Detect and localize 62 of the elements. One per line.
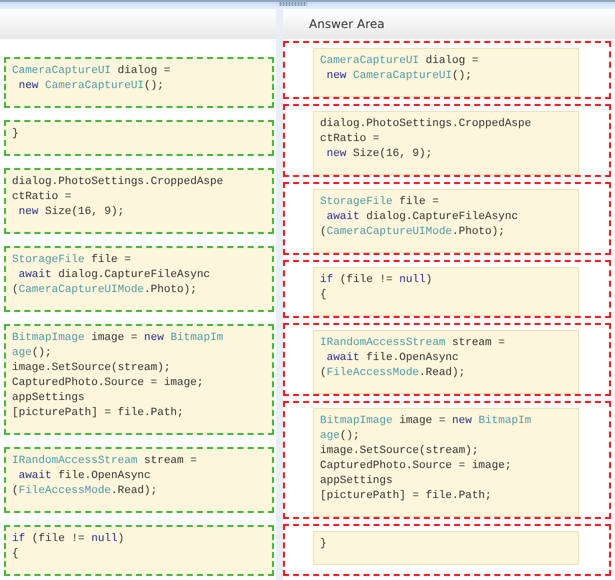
grip-icon[interactable]	[278, 2, 306, 6]
code-line: CapturedPhoto.Source = image;	[12, 376, 204, 391]
code-block[interactable]: CameraCaptureUI dialog = new CameraCaptureUI();	[313, 48, 579, 97]
code-block[interactable]: dialog.PhotoSettings.CroppedAspe ctRatio = new Size(16, 9);	[4, 168, 274, 234]
code-line: }	[12, 127, 20, 142]
code-line: StorageFile file =	[12, 253, 132, 268]
drop-slot[interactable]: dialog.PhotoSettings.CroppedAspe ctRatio = new Size(16, 9);	[283, 104, 611, 177]
code-line: new CameraCaptureUI();	[18, 79, 165, 94]
code-line: if (file != null)	[320, 273, 434, 288]
code-block[interactable]: if (file != null) {	[4, 525, 274, 576]
code-block[interactable]: }	[4, 120, 274, 156]
code-block[interactable]: IRandomAccessStream stream = await file.OpenAsync (FileAccessMode.Read);	[4, 447, 274, 513]
code-line: }	[320, 537, 328, 552]
code-block[interactable]: }	[313, 531, 579, 565]
code-line: image.SetSource(stream);	[12, 361, 172, 376]
drop-slot[interactable]: StorageFile file = await dialog.CaptureFileAsync (CameraCaptureUIMode.Photo);	[283, 182, 611, 255]
code-block[interactable]: BitmapImage image = new BitmapIm age(); image.SetSource(stream); CapturedPhoto.Source = image; appSettings [picturePath] = file.Path;	[4, 324, 274, 435]
code-line: {	[320, 288, 328, 303]
code-block[interactable]: dialog.PhotoSettings.CroppedAspe ctRatio = new Size(16, 9);	[313, 111, 579, 175]
code-block[interactable]: StorageFile file = await dialog.CaptureFileAsync (CameraCaptureUIMode.Photo);	[4, 246, 274, 312]
code-line: [picturePath] = file.Path;	[320, 489, 493, 504]
drop-slot[interactable]: IRandomAccessStream stream = await file.OpenAsync (FileAccessMode.Read);	[283, 323, 611, 396]
drop-slot[interactable]: BitmapImage image = new BitmapIm age(); image.SetSource(stream); CapturedPhoto.Source = image; appSettings [picturePath] = file.Path;	[283, 401, 611, 519]
code-block[interactable]: IRandomAccessStream stream = await file.OpenAsync (FileAccessMode.Read);	[313, 330, 579, 394]
code-line: await dialog.CaptureFileAsync	[18, 268, 212, 283]
code-line: appSettings	[12, 391, 86, 406]
code-line: new Size(16, 9);	[18, 205, 126, 220]
code-line: new Size(16, 9);	[326, 147, 434, 162]
code-line: dialog.PhotoSettings.CroppedAspe	[12, 175, 224, 190]
code-block[interactable]: BitmapImage image = new BitmapIm age(); image.SetSource(stream); CapturedPhoto.Source = image; appSettings [picturePath] = file.Path;	[313, 408, 579, 517]
code-line: (FileAccessMode.Read);	[12, 484, 158, 499]
code-line: new CameraCaptureUI();	[326, 69, 473, 84]
code-line: (FileAccessMode.Read);	[320, 366, 466, 381]
code-line: BitmapImage image = new BitmapIm	[320, 414, 532, 429]
code-line: CameraCaptureUI dialog =	[12, 64, 172, 79]
code-block[interactable]: StorageFile file = await dialog.CaptureFileAsync (CameraCaptureUIMode.Photo);	[313, 189, 579, 253]
code-line: age();	[320, 429, 361, 444]
code-line: ctRatio =	[12, 190, 72, 205]
code-line: CameraCaptureUI dialog =	[320, 54, 480, 69]
code-line: await dialog.CaptureFileAsync	[326, 210, 520, 225]
code-block[interactable]: if (file != null) {	[313, 267, 579, 316]
code-line: (CameraCaptureUIMode.Photo);	[12, 283, 198, 298]
code-line: appSettings	[320, 474, 394, 489]
code-line: {	[12, 547, 20, 562]
code-line: [picturePath] = file.Path;	[12, 406, 185, 421]
drop-slot[interactable]: }	[283, 524, 611, 576]
code-line: if (file != null)	[12, 532, 126, 547]
code-line: StorageFile file =	[320, 195, 440, 210]
code-line: IRandomAccessStream stream =	[320, 336, 506, 351]
code-line: IRandomAccessStream stream =	[12, 454, 198, 469]
code-line: image.SetSource(stream);	[320, 444, 480, 459]
code-line: age();	[12, 346, 53, 361]
code-block[interactable]: CameraCaptureUI dialog = new CameraCaptureUI();	[4, 57, 274, 108]
drop-slot[interactable]: CameraCaptureUI dialog = new CameraCaptureUI();	[283, 41, 611, 99]
code-line: CapturedPhoto.Source = image;	[320, 459, 512, 474]
code-line: dialog.PhotoSettings.CroppedAspe	[320, 117, 532, 132]
code-line: (CameraCaptureUIMode.Photo);	[320, 225, 506, 240]
code-line: await file.OpenAsync	[18, 469, 152, 484]
drop-slot[interactable]: if (file != null) {	[283, 260, 611, 318]
code-line: await file.OpenAsync	[326, 351, 460, 366]
code-line: BitmapImage image = new BitmapIm	[12, 331, 224, 346]
code-line: ctRatio =	[320, 132, 380, 147]
